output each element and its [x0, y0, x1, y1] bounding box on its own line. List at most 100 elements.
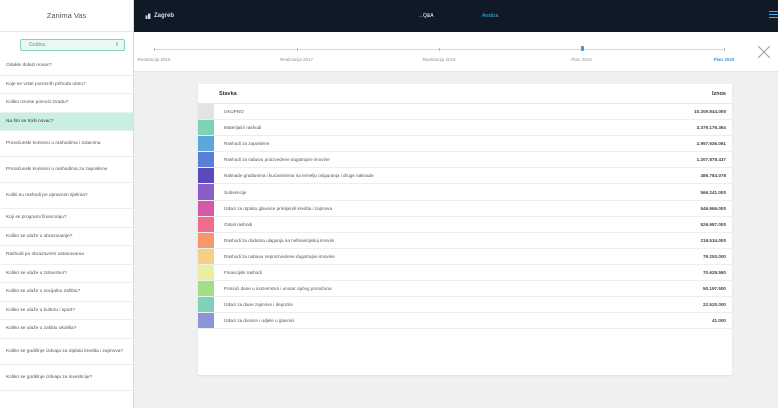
- question-list: Odakle dolazi novac? Koje se vrste porezn…: [0, 57, 133, 391]
- row-name: Materijalni rashodi: [224, 125, 262, 131]
- timeline-label[interactable]: Plan 2019: [571, 57, 591, 62]
- timeline-point[interactable]: [580, 46, 584, 51]
- table-row[interactable]: Rashodi za dodatna ulaganja na nefinanci…: [198, 232, 732, 249]
- sidebar-question-item[interactable]: Koliko se godišnje izdvaja za otplatu kr…: [0, 339, 133, 365]
- color-swatch: [198, 152, 214, 168]
- sidebar-question-item[interactable]: Koliko se ulaže u zaštitu okoliša?: [0, 320, 133, 339]
- color-swatch: [198, 248, 214, 264]
- row-name: Rashodi za zaposlene: [224, 141, 270, 147]
- sidebar-question-item[interactable]: Koji se programi financiraju?: [0, 209, 133, 228]
- timeline-label[interactable]: Realizacija 2016: [137, 57, 170, 62]
- row-value: 219.534.000: [700, 237, 726, 243]
- home-link[interactable]: Zagreb: [145, 0, 174, 32]
- table-row[interactable]: Subvencije 566.241.000: [198, 184, 732, 201]
- sidebar: Zanima Vas Godina ⇕ Odakle dolazi novac?…: [0, 0, 134, 408]
- table-row[interactable]: Rashodi za zaposlene 2.957.636.061: [198, 136, 732, 153]
- top-bar: Zagreb →Q&A Analiza: [134, 0, 778, 32]
- sidebar-question-item[interactable]: Odakle dolazi novac?: [0, 57, 133, 76]
- color-swatch: [198, 281, 214, 297]
- table-row[interactable]: Financijski rashodi 70.629.560: [198, 264, 732, 282]
- table-row[interactable]: Naknade građanima i kućanstvima na temel…: [198, 168, 732, 185]
- row-name: Ostali rashodi: [224, 221, 253, 227]
- year-timeline: Realizacija 2016 Realizacija 2017 Realizac…: [134, 32, 744, 72]
- sidebar-question-item[interactable]: Proračunski korisnici u rashodima za zap…: [0, 157, 133, 183]
- sidebar-question-item[interactable]: Proračunski korisnici u rashodima i izda…: [0, 131, 133, 157]
- city-icon: [145, 13, 151, 19]
- table-row[interactable]: Pomoći dane u inozemstvo i unutar općeg …: [198, 281, 732, 298]
- table-row[interactable]: Rashodi za nabavu neproizvedene dugotraj…: [198, 248, 732, 265]
- row-value: 41.000: [711, 318, 726, 324]
- qa-link[interactable]: →Q&A: [418, 0, 434, 32]
- color-swatch: [198, 216, 214, 232]
- year-select[interactable]: Godina ⇕: [20, 39, 125, 51]
- table-row[interactable]: Izdaci za dionice i udjele u glavnici 41.…: [198, 313, 732, 330]
- row-name: Rashodi za dodatna ulaganja na nefinanci…: [224, 237, 335, 243]
- row-value: 566.241.000: [700, 189, 726, 195]
- color-swatch: [198, 232, 214, 248]
- color-swatch: [198, 264, 214, 281]
- timeline-point[interactable]: [724, 48, 725, 51]
- timeline-label[interactable]: Realizacija 2018: [422, 57, 455, 62]
- chevron-up-down-icon: ⇕: [114, 42, 119, 48]
- timeline-point[interactable]: [439, 48, 440, 51]
- color-swatch: [198, 104, 214, 120]
- sidebar-question-item[interactable]: Koliko se ulaže u socijalnu zaštitu?: [0, 283, 133, 302]
- timeline-label[interactable]: Realizacija 2017: [280, 57, 313, 62]
- table-row[interactable]: Izdaci za otplatu glavnice primljenih kr…: [198, 200, 732, 217]
- row-name: Naknade građanima i kućanstvima na temel…: [224, 173, 374, 179]
- color-swatch: [198, 168, 214, 184]
- header-stavka: Stavka: [219, 91, 237, 97]
- row-value: 1.207.878.437: [696, 157, 726, 163]
- row-name: Subvencije: [224, 189, 247, 195]
- color-swatch: [198, 120, 214, 136]
- sidebar-question-item[interactable]: Koliko se godišnje izdvaja za investicij…: [0, 365, 133, 391]
- row-value: 79.293.000: [703, 253, 726, 259]
- close-icon[interactable]: [757, 45, 771, 59]
- sidebar-question-item[interactable]: Koliko se ulaže u zdravstvo?: [0, 265, 133, 283]
- color-swatch: [198, 200, 214, 216]
- row-name: Financijski rashodi: [224, 269, 262, 275]
- row-value: 70.629.560: [703, 269, 726, 275]
- hamburger-menu-icon[interactable]: [769, 11, 778, 19]
- row-name: Rashodi za nabavu neproizvedene dugotraj…: [224, 253, 335, 259]
- table-row[interactable]: Izdaci za dane zajmove i depozite 22.520.…: [198, 297, 732, 314]
- row-name: Pomoći dane u inozemstvo i unutar općeg …: [224, 286, 332, 292]
- row-value: 546.966.000: [700, 205, 726, 211]
- year-select-value: Godina: [29, 42, 46, 48]
- row-value: 486.784.078: [700, 173, 726, 179]
- timeline-label[interactable]: Plan 2020: [714, 57, 735, 62]
- expense-table: Stavka Iznos UKUPNO 10.209.844.000 Materij…: [198, 84, 732, 375]
- sidebar-question-item[interactable]: Koliko se ulaže u kulturu i sport?: [0, 302, 133, 320]
- row-value: 3.379.176.364: [696, 125, 726, 131]
- row-value: 50.197.500: [703, 286, 726, 292]
- table-header: Stavka Iznos: [198, 84, 732, 104]
- color-swatch: [198, 297, 214, 313]
- row-name: Izdaci za dionice i udjele u glavnici: [224, 318, 295, 324]
- row-name: Izdaci za dane zajmove i depozite: [224, 302, 293, 308]
- sidebar-question-item[interactable]: Koliko se ulaže u obrazovanje?: [0, 228, 133, 246]
- row-value: 526.987.000: [700, 221, 726, 227]
- table-row[interactable]: UKUPNO 10.209.844.000: [198, 104, 732, 121]
- timeline-point[interactable]: [154, 48, 155, 51]
- row-value: 2.957.636.061: [696, 141, 726, 147]
- row-name: UKUPNO: [224, 109, 244, 115]
- table-row[interactable]: Materijalni rashodi 3.379.176.364: [198, 120, 732, 137]
- row-name: Rashodi za nabavu proizvedene dugotrajne…: [224, 157, 330, 163]
- sidebar-question-item[interactable]: Koje se vrste porezníh prihoda ubiru?: [0, 76, 133, 94]
- color-swatch: [198, 136, 214, 152]
- row-value: 10.209.844.000: [694, 109, 726, 115]
- sidebar-question-item[interactable]: Koliko iznose pomoći Gradu?: [0, 94, 133, 113]
- sidebar-question-item[interactable]: Rashodi po obrazovnim ustanovama: [0, 246, 133, 265]
- analiza-link[interactable]: Analiza: [482, 0, 498, 32]
- home-label: Zagreb: [154, 13, 175, 19]
- table-row[interactable]: Rashodi za nabavu proizvedene dugotrajne…: [198, 152, 732, 169]
- sidebar-question-item[interactable]: Koliki su rashodi po upravnim tijelima?: [0, 183, 133, 209]
- row-value: 22.520.000: [703, 302, 726, 308]
- table-row[interactable]: Ostali rashodi 526.987.000: [198, 216, 732, 233]
- sidebar-question-item[interactable]: Na što se troši novac?: [0, 112, 133, 131]
- timeline-point[interactable]: [296, 48, 298, 51]
- color-swatch: [198, 184, 214, 200]
- table-body: UKUPNO 10.209.844.000 Materijalni rashodi 3…: [198, 104, 732, 330]
- color-swatch: [198, 313, 214, 329]
- sidebar-title: Zanima Vas: [0, 0, 133, 32]
